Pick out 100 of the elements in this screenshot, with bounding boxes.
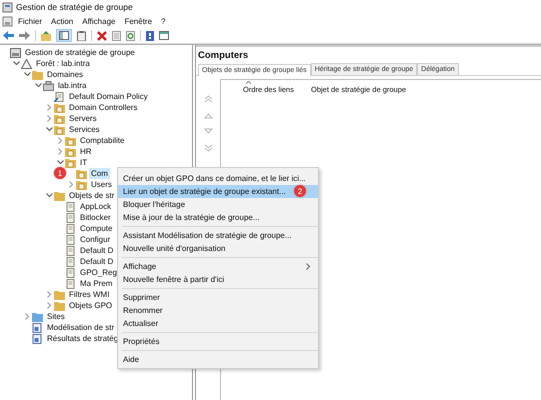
- tree-item[interactable]: Services: [67, 124, 102, 135]
- menu-item-label: Aide: [123, 354, 140, 366]
- tree-item[interactable]: AppLock: [78, 201, 114, 212]
- tree-item[interactable]: Comptabilite: [78, 135, 126, 146]
- menu-item[interactable]: Propriétés: [118, 335, 318, 348]
- tree-item[interactable]: Modélisation de str: [45, 322, 116, 333]
- menu-item-label: Bloquer l'héritage: [123, 199, 186, 211]
- scroll-icon: [65, 212, 76, 222]
- tree-item[interactable]: Domain Controllers: [67, 102, 140, 113]
- chevron-right-icon[interactable]: [46, 104, 52, 111]
- report-icon: [32, 322, 43, 332]
- menu-item-label: Mise à jour de la stratégie de groupe...: [123, 212, 260, 224]
- menu-item-label: Propriétés: [123, 336, 160, 348]
- tree-item[interactable]: Users: [89, 179, 114, 190]
- move-up-icon[interactable]: [204, 113, 213, 119]
- move-top-icon[interactable]: [204, 95, 213, 104]
- tree-item[interactable]: Gestion de stratégie de groupe: [23, 47, 137, 58]
- chevron-down-icon[interactable]: [12, 61, 20, 66]
- tree-item[interactable]: Com: [89, 168, 110, 179]
- tree-item[interactable]: GPO_Reg: [78, 267, 119, 278]
- scroll-icon: [65, 278, 76, 288]
- tree-item[interactable]: lab.intra: [56, 80, 88, 91]
- chevron-right-icon[interactable]: [58, 148, 62, 155]
- menu-item[interactable]: Assistant Modélisation de stratégie de groupe...: [118, 229, 318, 242]
- clipboard-icon[interactable]: [77, 30, 86, 40]
- folder-up-icon[interactable]: [41, 30, 51, 40]
- folder-icon: [76, 180, 87, 190]
- scroll-icon: [65, 202, 76, 212]
- menu-item-label: Créer un objet GPO dans ce domaine, et le lier ici...: [123, 173, 306, 185]
- chevron-down-icon[interactable]: [56, 160, 64, 165]
- tree-item[interactable]: Default D: [78, 256, 116, 267]
- chevron-down-icon[interactable]: [24, 72, 30, 77]
- tree-item[interactable]: HR: [78, 146, 94, 157]
- menu-item[interactable]: Affichage: [118, 260, 318, 273]
- folder-icon: [54, 300, 65, 310]
- tree-item[interactable]: Objets GPO: [67, 300, 114, 311]
- tree-item[interactable]: Default D: [78, 245, 116, 256]
- menu-item-label: Nouvelle unité d'organisation: [123, 243, 226, 255]
- step-badge: 2: [294, 185, 306, 197]
- menu-item[interactable]: Action: [49, 16, 80, 26]
- menu-item[interactable]: Mise à jour de la stratégie de groupe...: [118, 211, 318, 224]
- menu-item[interactable]: Créer un objet GPO dans ce domaine, et le lier ici...: [118, 172, 318, 185]
- refresh-icon[interactable]: [126, 30, 135, 40]
- menu-item[interactable]: Fenêtre: [122, 16, 160, 26]
- menu-item[interactable]: Bloquer l'héritage: [118, 198, 318, 211]
- tree-item[interactable]: Forêt : lab.intra: [34, 58, 92, 69]
- folder-icon: [54, 124, 65, 134]
- console-tree-button[interactable]: [56, 29, 72, 42]
- chevron-right-icon[interactable]: [46, 291, 52, 298]
- console-icon: [10, 48, 21, 58]
- tree-item[interactable]: Servers: [67, 113, 99, 124]
- chevron-right-icon[interactable]: [68, 181, 74, 188]
- view-icon[interactable]: [159, 31, 169, 40]
- tree-item[interactable]: Sites: [45, 311, 67, 322]
- menu-item[interactable]: Aide: [118, 353, 318, 366]
- folder-icon: [54, 102, 65, 112]
- tree-item[interactable]: Objets de str: [67, 190, 116, 201]
- scroll-icon: [65, 268, 76, 278]
- menu-item[interactable]: Supprimer: [118, 291, 318, 304]
- triangle-icon: [21, 58, 32, 68]
- menu-item-label: Supprimer: [123, 292, 160, 304]
- tree-item[interactable]: Filtres WMI: [67, 289, 112, 300]
- help-icon[interactable]: [146, 30, 154, 40]
- move-bottom-icon[interactable]: [204, 143, 213, 152]
- menu-item[interactable]: Nouvelle unité d'organisation: [118, 242, 318, 255]
- tree-item[interactable]: Compute: [78, 223, 114, 234]
- scroll-icon: [65, 246, 76, 256]
- chevron-right-icon[interactable]: [46, 302, 52, 309]
- menu-item[interactable]: Affichage: [80, 16, 122, 26]
- menu-item[interactable]: Lier un objet de stratégie de groupe existant... 2: [118, 185, 318, 198]
- properties-icon[interactable]: [112, 30, 121, 40]
- tree-item[interactable]: Bitlocker: [78, 212, 113, 223]
- menu-item-label: Assistant Modélisation de stratégie de groupe...: [123, 230, 292, 242]
- menu-item[interactable]: Fichier: [16, 16, 50, 26]
- folder-icon: [54, 290, 65, 300]
- menu-item[interactable]: Actualiser: [118, 317, 318, 330]
- menu-item[interactable]: ?: [159, 16, 172, 26]
- menu-item[interactable]: Nouvelle fenêtre à partir d'ici: [118, 273, 318, 286]
- chevron-right-icon[interactable]: [24, 313, 30, 320]
- tree-item[interactable]: Domaines: [45, 69, 86, 80]
- chevron-down-icon[interactable]: [46, 193, 52, 198]
- console-icon[interactable]: [2, 16, 13, 26]
- window-title: Gestion de stratégie de groupe: [16, 2, 133, 12]
- chevron-right-icon[interactable]: [58, 137, 62, 144]
- folder-icon: [65, 136, 76, 146]
- tree-item[interactable]: IT: [78, 157, 90, 168]
- tree-item[interactable]: Configur: [78, 234, 112, 245]
- chevron-down-icon[interactable]: [34, 83, 42, 88]
- chevron-right-icon[interactable]: [46, 115, 52, 122]
- report-icon: [32, 334, 43, 344]
- chevron-down-icon[interactable]: [46, 127, 52, 132]
- delete-icon[interactable]: [97, 30, 107, 40]
- folder-icon: [76, 168, 87, 178]
- back-icon[interactable]: [3, 31, 14, 40]
- menu-item[interactable]: Renommer: [118, 304, 318, 317]
- forward-icon[interactable]: [19, 31, 30, 40]
- move-down-icon[interactable]: [204, 128, 213, 134]
- tree-item[interactable]: Ma Prem: [78, 278, 114, 289]
- menu-item-label: Renommer: [123, 305, 163, 317]
- tree-item[interactable]: Default Domain Policy: [67, 91, 150, 102]
